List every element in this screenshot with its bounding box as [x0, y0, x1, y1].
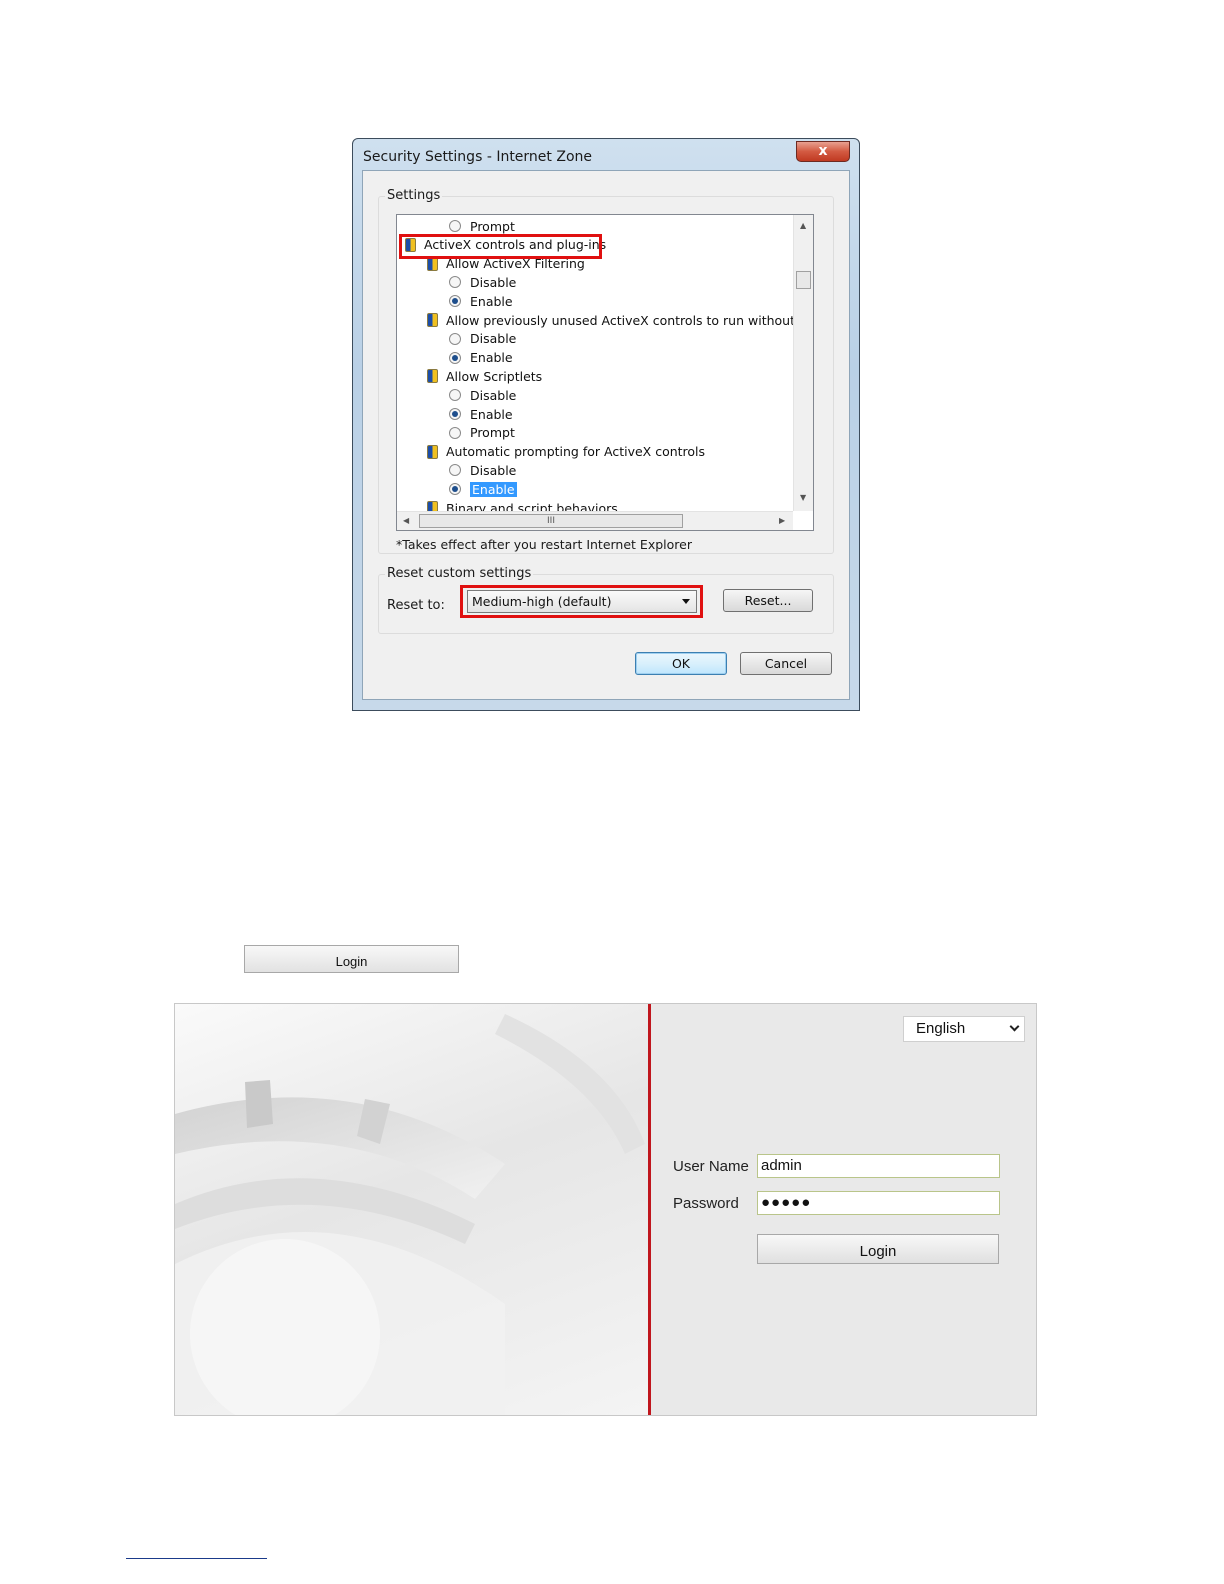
- settings-item: Allow Scriptlets: [427, 367, 542, 385]
- radio-unchecked-icon[interactable]: [449, 332, 461, 345]
- settings-row-label: Enable: [470, 481, 517, 497]
- settings-list[interactable]: Prompt ActiveX controls and plug-ins Allow…: [396, 214, 814, 531]
- settings-row-label: Enable: [470, 350, 513, 366]
- horizontal-scroll-thumb[interactable]: III: [419, 514, 683, 528]
- close-icon: x: [818, 143, 828, 159]
- security-shield-icon: [427, 313, 438, 327]
- scroll-up-icon[interactable]: ▲: [800, 221, 806, 230]
- horizontal-scrollbar[interactable]: ◀ III ▶: [397, 511, 793, 530]
- settings-list-rows: Prompt ActiveX controls and plug-ins Allow…: [397, 215, 793, 511]
- radio-checked-icon[interactable]: [449, 483, 461, 496]
- radio-unchecked-icon[interactable]: [449, 389, 461, 402]
- login-artwork: [175, 1004, 648, 1415]
- dialog-title: Security Settings - Internet Zone: [363, 149, 592, 165]
- scroll-left-icon[interactable]: ◀: [403, 516, 409, 525]
- ok-button[interactable]: OK: [635, 652, 727, 675]
- reset-highlight-box: [460, 585, 703, 618]
- settings-row-label: Enable: [470, 293, 513, 309]
- settings-group-label: Settings: [385, 188, 443, 203]
- reset-button[interactable]: Reset...: [723, 589, 813, 612]
- password-label: Password: [673, 1195, 739, 1212]
- settings-row-label: Prompt: [470, 218, 515, 234]
- radio-option[interactable]: Prompt: [449, 424, 515, 442]
- radio-unchecked-icon[interactable]: [449, 220, 461, 232]
- chevron-down-icon: [1009, 1021, 1020, 1032]
- login-page: English User Name admin Password ●●●●● L…: [174, 1003, 1037, 1416]
- security-shield-icon: [427, 369, 438, 384]
- activex-highlight-box: [399, 233, 602, 259]
- radio-unchecked-icon[interactable]: [449, 464, 461, 477]
- settings-item: Allow previously unused ActiveX controls…: [427, 311, 793, 329]
- radio-option[interactable]: Disable: [449, 386, 516, 404]
- settings-row-label: Allow Scriptlets: [446, 368, 543, 384]
- vertical-scroll-thumb[interactable]: [796, 271, 811, 289]
- settings-row-label: Disable: [470, 387, 517, 403]
- settings-row-label: Disable: [470, 274, 517, 290]
- reset-to-label: Reset to:: [387, 598, 445, 613]
- radio-checked-icon[interactable]: [449, 295, 461, 308]
- security-shield-icon: [427, 501, 438, 511]
- close-button[interactable]: x: [796, 141, 850, 162]
- reset-group-label: Reset custom settings: [385, 566, 534, 581]
- settings-row-label: Allow previously unused ActiveX controls…: [446, 312, 793, 328]
- dialog-client-area: Settings Prompt ActiveX controls and plug…: [362, 170, 850, 700]
- radio-option[interactable]: Disable: [449, 273, 516, 291]
- settings-row-label: Disable: [470, 462, 517, 478]
- radio-option[interactable]: Disable: [449, 330, 516, 348]
- language-select[interactable]: English: [903, 1016, 1025, 1042]
- radio-checked-icon[interactable]: [449, 408, 461, 420]
- settings-row-label: Disable: [470, 331, 517, 347]
- settings-row-label: Enable: [470, 406, 513, 422]
- radio-option[interactable]: Enable: [449, 480, 517, 498]
- footnote-rule: [126, 1558, 267, 1559]
- decorative-rings-graphic: [175, 1014, 645, 1415]
- radio-option[interactable]: Enable: [449, 349, 513, 367]
- scroll-right-icon[interactable]: ▶: [779, 516, 785, 525]
- radio-option[interactable]: Enable: [449, 405, 513, 423]
- radio-option[interactable]: Enable: [449, 292, 513, 310]
- settings-row-label: Prompt: [470, 425, 515, 441]
- radio-unchecked-icon[interactable]: [449, 426, 461, 439]
- security-shield-icon: [427, 444, 438, 459]
- password-field[interactable]: ●●●●●: [757, 1191, 1000, 1215]
- login-button-sample[interactable]: Login: [244, 945, 459, 973]
- security-settings-dialog: Security Settings - Internet Zone x Sett…: [352, 138, 860, 711]
- language-value: English: [916, 1020, 966, 1037]
- login-form-area: English User Name admin Password ●●●●● L…: [651, 1004, 1036, 1415]
- username-label: User Name: [673, 1158, 749, 1175]
- radio-option[interactable]: Disable: [449, 461, 516, 479]
- restart-note: *Takes effect after you restart Internet…: [396, 537, 692, 552]
- settings-row-label: Binary and script behaviors: [446, 500, 618, 512]
- scroll-down-icon[interactable]: ▼: [800, 493, 806, 502]
- settings-item: Automatic prompting for ActiveX controls: [427, 443, 705, 461]
- cancel-button[interactable]: Cancel: [740, 652, 832, 675]
- vertical-scrollbar[interactable]: ▲ ▼: [793, 215, 813, 511]
- radio-unchecked-icon[interactable]: [449, 276, 461, 289]
- settings-row-label: Automatic prompting for ActiveX controls: [446, 444, 706, 460]
- username-field[interactable]: admin: [757, 1154, 1000, 1178]
- settings-item: Binary and script behaviors: [427, 499, 618, 511]
- login-button[interactable]: Login: [757, 1234, 999, 1264]
- radio-checked-icon[interactable]: [449, 351, 461, 364]
- radio-option[interactable]: Prompt: [449, 217, 515, 235]
